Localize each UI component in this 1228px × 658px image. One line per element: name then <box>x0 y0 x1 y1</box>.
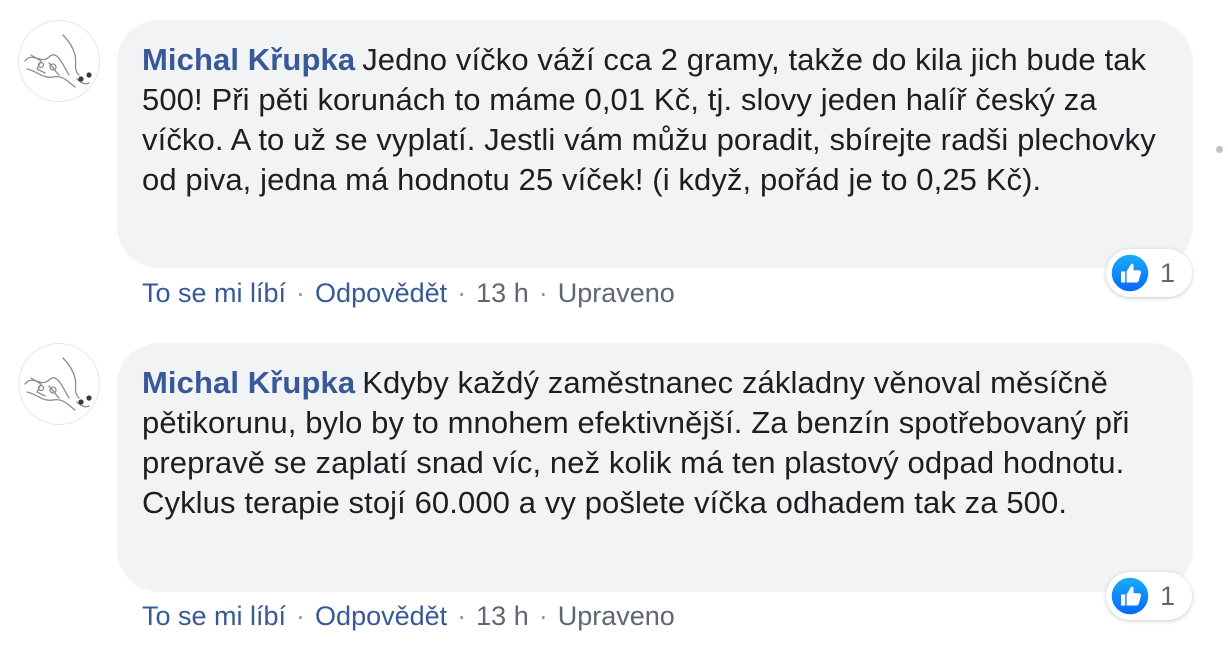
comment-author[interactable]: Michal Křupka <box>142 42 355 77</box>
reply-link[interactable]: Odpovědět <box>315 601 447 631</box>
avatar-sketch-icon <box>24 34 92 88</box>
comment-text-block: Michal Křupka Kdyby každý zaměstnanec zák… <box>142 363 1163 523</box>
separator: · <box>457 278 467 308</box>
comment-timestamp[interactable]: 13 h <box>476 278 529 308</box>
separator: · <box>538 601 548 631</box>
avatar-sketch-icon <box>24 357 92 411</box>
reaction-summary[interactable]: 1 <box>1106 572 1192 620</box>
comment-actions: To se mi líbí · Odpovědět · 13 h · Upraveno <box>142 277 675 309</box>
comment-bubble: Michal Křupka Kdyby každý zaměstnanec zák… <box>117 343 1193 592</box>
avatar[interactable] <box>18 343 100 425</box>
comment-bubble: Michal Křupka Jedno víčko váží cca 2 gram… <box>117 20 1193 268</box>
reaction-summary[interactable]: 1 <box>1106 249 1192 297</box>
reaction-count: 1 <box>1160 581 1176 611</box>
like-link[interactable]: To se mi líbí <box>142 278 286 308</box>
like-icon <box>1110 253 1150 293</box>
comment-options-dot[interactable] <box>1216 146 1223 153</box>
edited-label[interactable]: Upraveno <box>558 278 675 308</box>
separator: · <box>538 278 548 308</box>
avatar[interactable] <box>18 20 100 102</box>
reaction-count: 1 <box>1160 258 1176 288</box>
like-icon <box>1110 576 1150 616</box>
separator: · <box>296 278 306 308</box>
reply-link[interactable]: Odpovědět <box>315 278 447 308</box>
comment-actions: To se mi líbí · Odpovědět · 13 h · Upraveno <box>142 600 675 632</box>
separator: · <box>296 601 306 631</box>
comment-author[interactable]: Michal Křupka <box>142 365 355 400</box>
like-link[interactable]: To se mi líbí <box>142 601 286 631</box>
comment-timestamp[interactable]: 13 h <box>476 601 529 631</box>
separator: · <box>457 601 467 631</box>
comment-text-block: Michal Křupka Jedno víčko váží cca 2 gram… <box>142 40 1163 200</box>
edited-label[interactable]: Upraveno <box>558 601 675 631</box>
